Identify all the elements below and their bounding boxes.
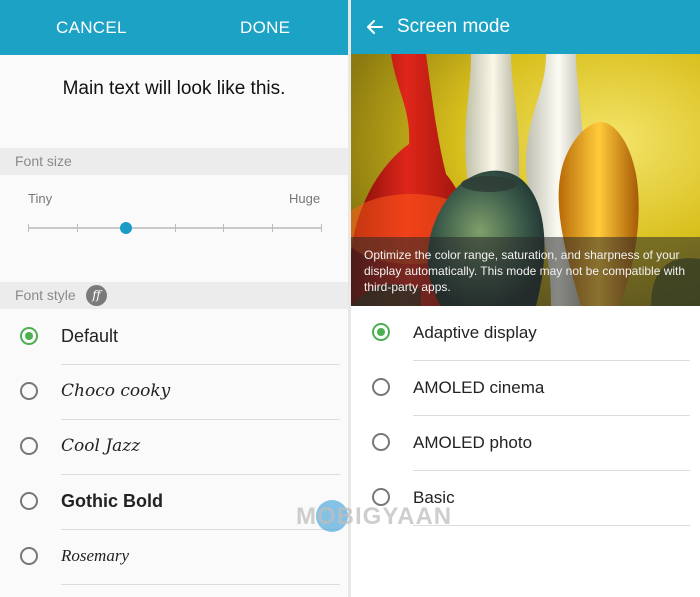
font-option-label: Gothic Bold — [61, 491, 163, 511]
font-size-header-label: Font size — [15, 153, 72, 169]
radio-selected-icon[interactable] — [20, 327, 38, 345]
screen-mode-option-amoled-photo[interactable]: AMOLED photo — [351, 416, 700, 471]
screen-mode-option-label: Adaptive display — [413, 323, 537, 342]
screen-mode-option-adaptive-display[interactable]: Adaptive display — [351, 306, 700, 361]
font-option-rosemary[interactable]: Rosemary — [0, 530, 348, 585]
font-size-slider[interactable] — [28, 222, 322, 234]
ff-icon[interactable]: ff — [86, 285, 107, 306]
preview-text: Main text will look like this. — [62, 78, 286, 99]
font-style-header-label: Font style — [15, 287, 76, 303]
font-option-default[interactable]: Default — [0, 310, 348, 365]
radio-selected-icon[interactable] — [372, 323, 390, 341]
vases-preview-image: Optimize the color range, saturation, an… — [351, 54, 700, 306]
font-option-choco-cooky[interactable]: Choco cooky — [0, 365, 348, 420]
watermark-text: MOBIGYAAN — [296, 503, 453, 530]
watermark: MOBIGYAAN — [296, 500, 466, 534]
slider-tick — [321, 224, 322, 232]
slider-tick — [28, 224, 29, 232]
screen-mode-option-amoled-cinema[interactable]: AMOLED cinema — [351, 361, 700, 416]
font-option-label: Rosemary — [61, 546, 129, 565]
radio-icon[interactable] — [372, 378, 390, 396]
radio-icon[interactable] — [20, 492, 38, 510]
font-option-cool-jazz[interactable]: Cool Jazz — [0, 420, 348, 475]
screen-mode-description-overlay: Optimize the color range, saturation, an… — [351, 237, 700, 306]
font-option-label: Choco cooky — [61, 381, 171, 401]
font-option-label: Default — [61, 326, 119, 346]
screen-mode-description: Optimize the color range, saturation, an… — [364, 248, 686, 294]
radio-icon[interactable] — [20, 382, 38, 400]
screen-mode-title: Screen mode — [397, 16, 511, 37]
screen-mode-app-bar: Screen mode — [351, 0, 700, 54]
screen-mode-option-label: AMOLED photo — [413, 433, 533, 452]
slider-tick — [272, 224, 274, 232]
slider-thumb[interactable] — [119, 222, 132, 234]
font-style-header: Font style ff — [0, 282, 348, 309]
radio-icon[interactable] — [20, 547, 38, 565]
font-settings-app-bar: CANCEL DONE — [0, 0, 348, 55]
radio-icon[interactable] — [372, 433, 390, 451]
slider-tick — [223, 224, 225, 232]
slider-tick — [174, 224, 176, 232]
cancel-button[interactable]: CANCEL — [56, 0, 127, 55]
font-size-header: Font size — [0, 148, 348, 175]
divider — [61, 584, 340, 585]
done-button[interactable]: DONE — [240, 0, 290, 55]
font-option-label: Cool Jazz — [61, 436, 141, 456]
font-size-max-label: Huge — [289, 191, 321, 206]
slider-tick — [76, 224, 78, 232]
arrow-back-icon[interactable] — [365, 17, 385, 37]
font-size-min-label: Tiny — [28, 191, 53, 206]
screen-mode-option-label: AMOLED cinema — [413, 378, 545, 397]
radio-icon[interactable] — [20, 437, 38, 455]
